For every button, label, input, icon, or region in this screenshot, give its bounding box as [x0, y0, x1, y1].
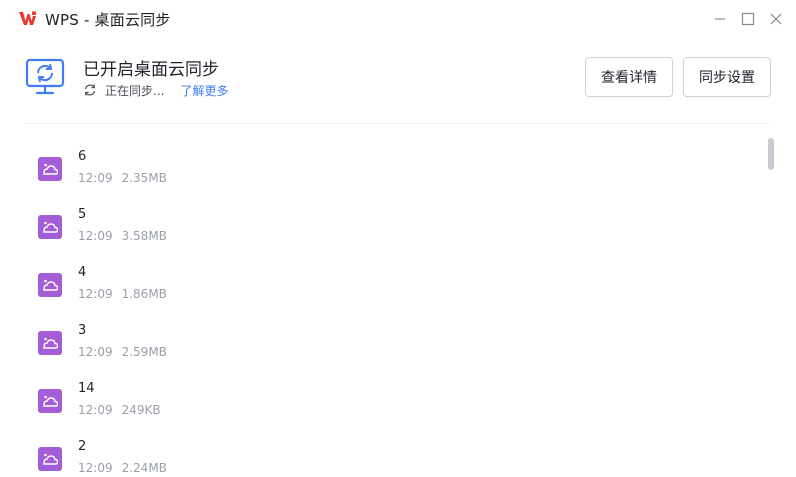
- minimize-icon: [715, 18, 725, 20]
- maximize-button[interactable]: [738, 9, 758, 29]
- file-name: 4: [78, 265, 87, 280]
- file-time: 12:09: [78, 171, 113, 185]
- list-item[interactable]: 6 12:09 2.35MB: [38, 149, 738, 207]
- file-size: 1.86MB: [121, 287, 167, 301]
- wps-logo-icon: [19, 11, 36, 26]
- file-list[interactable]: 6 12:09 2.35MB 5 12:09 3.58MB 4 12:09 1.…: [0, 124, 796, 477]
- file-meta: 12:09 249KB: [78, 403, 161, 417]
- file-meta: 12:09 2.35MB: [78, 171, 167, 185]
- cloud-image-icon: [38, 215, 62, 239]
- file-meta: 12:09 1.86MB: [78, 287, 167, 301]
- view-details-button[interactable]: 查看详情: [585, 57, 673, 97]
- file-name: 14: [78, 381, 95, 396]
- file-time: 12:09: [78, 287, 113, 301]
- minimize-button[interactable]: [710, 9, 730, 29]
- maximize-icon: [741, 12, 755, 26]
- sync-status: 正在同步... 了解更多: [83, 81, 228, 99]
- file-time: 12:09: [78, 229, 113, 243]
- sync-status-text: 正在同步...: [105, 83, 165, 98]
- file-time: 12:09: [78, 345, 113, 359]
- scrollbar-thumb[interactable]: [768, 138, 774, 170]
- list-item[interactable]: 3 12:09 2.59MB: [38, 323, 738, 381]
- cloud-image-icon: [38, 157, 62, 181]
- sync-header: 已开启桌面云同步 正在同步... 了解更多 查看详情 同步设置: [0, 38, 796, 124]
- file-size: 2.35MB: [121, 171, 167, 185]
- cloud-image-icon: [38, 331, 62, 355]
- file-time: 12:09: [78, 403, 113, 417]
- cloud-image-icon: [38, 273, 62, 297]
- cloud-image-icon: [38, 447, 62, 471]
- close-icon: [770, 13, 782, 25]
- list-item[interactable]: 14 12:09 249KB: [38, 381, 738, 439]
- wps-cloud-sync-window: WPS - 桌面云同步 已开启桌面云同步 正在同步... 了解更多 查看详情 同…: [0, 0, 796, 477]
- monitor-sync-icon: [25, 58, 65, 96]
- title-bar: WPS - 桌面云同步: [0, 0, 796, 38]
- sync-settings-button[interactable]: 同步设置: [683, 57, 771, 97]
- file-name: 2: [78, 439, 87, 454]
- sync-title: 已开启桌面云同步: [83, 60, 219, 80]
- close-button[interactable]: [766, 9, 786, 29]
- file-size: 2.59MB: [121, 345, 167, 359]
- file-size: 249KB: [121, 403, 161, 417]
- file-time: 12:09: [78, 461, 113, 475]
- file-name: 5: [78, 207, 87, 222]
- file-size: 3.58MB: [121, 229, 167, 243]
- list-item[interactable]: 2 12:09 2.24MB: [38, 439, 738, 477]
- cloud-image-icon: [38, 389, 62, 413]
- refresh-icon: [83, 83, 97, 97]
- learn-more-link[interactable]: 了解更多: [180, 82, 228, 99]
- file-size: 2.24MB: [121, 461, 167, 475]
- window-title: WPS - 桌面云同步: [45, 11, 171, 29]
- file-name: 6: [78, 149, 87, 164]
- list-item[interactable]: 4 12:09 1.86MB: [38, 265, 738, 323]
- list-item[interactable]: 5 12:09 3.58MB: [38, 207, 738, 265]
- file-meta: 12:09 2.59MB: [78, 345, 167, 359]
- file-meta: 12:09 3.58MB: [78, 229, 167, 243]
- file-name: 3: [78, 323, 87, 338]
- file-meta: 12:09 2.24MB: [78, 461, 167, 475]
